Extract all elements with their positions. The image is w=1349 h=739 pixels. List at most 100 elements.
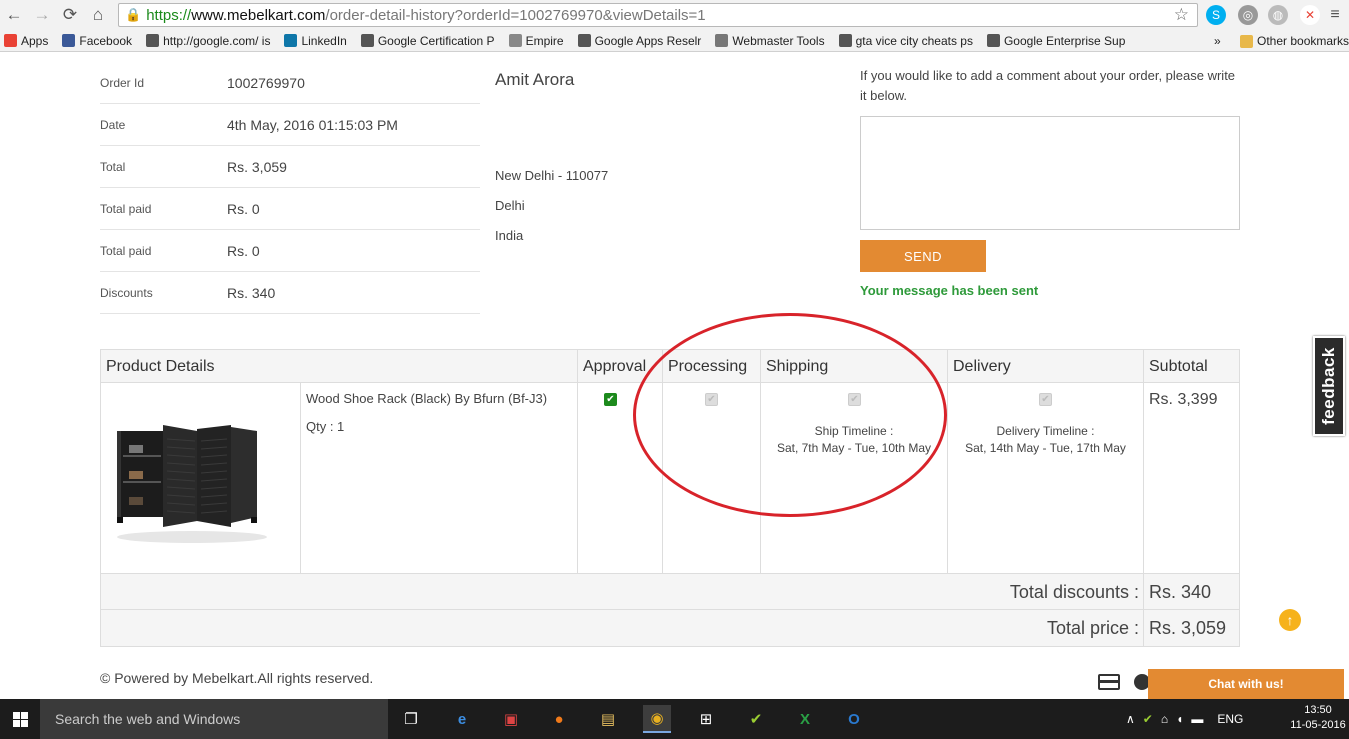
skype-icon[interactable]: S bbox=[1206, 5, 1226, 25]
windows-logo-icon bbox=[12, 711, 28, 727]
total-price-value: Rs. 3,059 bbox=[1149, 618, 1227, 638]
folder-icon bbox=[1240, 34, 1253, 48]
info-value: Rs. 3,059 bbox=[227, 158, 287, 175]
volume-icon[interactable]: ◖ bbox=[1176, 712, 1183, 726]
firefox-icon[interactable]: ● bbox=[545, 705, 573, 733]
bookmarks-overflow-icon[interactable]: » bbox=[1214, 34, 1221, 48]
subtotal-cell: Rs. 3,399 bbox=[1144, 383, 1239, 574]
task-view-icon[interactable]: ❐ bbox=[397, 705, 425, 733]
back-icon[interactable]: ← bbox=[0, 1, 28, 29]
product-name[interactable]: Wood Shoe Rack (Black) By Bfurn (Bf-J3) bbox=[306, 391, 547, 406]
chat-button[interactable]: Chat with us! bbox=[1148, 669, 1344, 699]
store-icon[interactable]: ⊞ bbox=[692, 705, 720, 733]
info-row: Total Rs. 3,059 bbox=[100, 146, 480, 188]
product-image[interactable] bbox=[107, 389, 277, 559]
subtotal-value: Rs. 3,399 bbox=[1149, 391, 1218, 408]
webmaster-icon bbox=[715, 34, 729, 47]
bookmark-item[interactable]: Facebook bbox=[62, 34, 132, 48]
total-price-row: Total price : Rs. 3,059 bbox=[101, 610, 1239, 646]
file-explorer-icon[interactable]: ▤ bbox=[594, 705, 622, 733]
tray-expand-icon[interactable]: ∧ bbox=[1126, 712, 1135, 726]
bookmark-label: Google Apps Reselr bbox=[594, 33, 702, 48]
info-label: Discounts bbox=[100, 285, 153, 300]
footer-copyright: © Powered by Mebelkart.All rights reserv… bbox=[100, 670, 374, 686]
clock-date: 11-05-2016 bbox=[1290, 719, 1346, 731]
address-state: Delhi bbox=[495, 198, 525, 213]
bookmark-item[interactable]: LinkedIn bbox=[284, 34, 347, 48]
info-value: Rs. 0 bbox=[227, 242, 260, 259]
address-bar[interactable]: 🔒 https:// www.mebelkart.com /order-deta… bbox=[118, 3, 1198, 27]
total-discounts-label: Total discounts : bbox=[1009, 582, 1139, 602]
feedback-tab[interactable]: feedback bbox=[1313, 336, 1345, 436]
edge-icon[interactable]: e bbox=[448, 705, 476, 733]
language-indicator[interactable]: ENG bbox=[1217, 712, 1243, 726]
excel-icon[interactable]: X bbox=[791, 705, 819, 733]
bookmark-item[interactable]: Google Apps Reselr bbox=[577, 33, 702, 48]
info-value: Rs. 0 bbox=[227, 200, 260, 217]
processing-check-icon: ✔ bbox=[705, 393, 718, 406]
bookmark-label: Webmaster Tools bbox=[732, 33, 825, 48]
product-image-cell bbox=[101, 383, 301, 574]
start-button[interactable] bbox=[0, 699, 40, 739]
comment-section: If you would like to add a comment about… bbox=[860, 66, 1240, 298]
scroll-top-icon[interactable]: ↑ bbox=[1279, 609, 1301, 631]
delivery-timeline-value: Sat, 14th May - Tue, 17th May bbox=[965, 441, 1126, 455]
bookmark-item[interactable]: Google Certification P bbox=[360, 34, 495, 48]
facebook-icon bbox=[62, 34, 76, 47]
header-subtotal: Subtotal bbox=[1149, 357, 1208, 375]
delivery-timeline-label: Delivery Timeline : bbox=[996, 424, 1095, 438]
product-qty: Qty : 1 bbox=[306, 419, 345, 434]
info-value: 4th May, 2016 01:15:03 PM bbox=[227, 116, 398, 133]
table-row: Wood Shoe Rack (Black) By Bfurn (Bf-J3) … bbox=[101, 383, 1239, 574]
shipping-cell: ✔ Ship Timeline : Sat, 7th May - Tue, 10… bbox=[761, 383, 948, 574]
bookmark-item[interactable]: Webmaster Tools bbox=[715, 33, 825, 48]
chrome-icon[interactable]: ◉ bbox=[643, 705, 671, 733]
outlook-icon[interactable]: O bbox=[840, 705, 868, 733]
ship-timeline-value: Sat, 7th May - Tue, 10th May bbox=[776, 441, 932, 455]
google-icon bbox=[146, 34, 160, 47]
home-icon[interactable]: ⌂ bbox=[84, 1, 112, 29]
approval-cell: ✔ bbox=[578, 383, 663, 574]
bookmark-item[interactable]: Google Enterprise Sup bbox=[986, 33, 1126, 48]
tray-icons: ∧ ✔ ⌂ ◖ ▬ ENG bbox=[1126, 699, 1243, 739]
forward-icon[interactable]: → bbox=[28, 1, 56, 29]
other-bookmarks[interactable]: Other bookmarks bbox=[1240, 34, 1349, 48]
url-scheme: https:// bbox=[146, 6, 192, 24]
info-row: Date 4th May, 2016 01:15:03 PM bbox=[100, 104, 480, 146]
delivery-timeline: Delivery Timeline : Sat, 14th May - Tue,… bbox=[948, 423, 1143, 457]
bookmark-label: Google Enterprise Sup bbox=[1003, 33, 1126, 48]
bookmark-star-icon[interactable]: ☆ bbox=[1174, 5, 1189, 25]
app-check-icon[interactable]: ✔ bbox=[742, 705, 770, 733]
windows-taskbar: Search the web and Windows ❐ e ▣ ● ▤ ◉ ⊞… bbox=[0, 699, 1349, 739]
shipping-address: Amit Arora New Delhi - 110077 Delhi Indi… bbox=[495, 70, 815, 243]
reload-icon[interactable]: ⟳ bbox=[56, 1, 84, 29]
taskbar-clock[interactable]: 13:50 11-05-2016 bbox=[1290, 703, 1346, 733]
bookmark-item[interactable]: Apps bbox=[4, 34, 48, 48]
send-button[interactable]: SEND bbox=[860, 240, 986, 272]
info-row: Discounts Rs. 340 bbox=[100, 272, 480, 314]
header-approval: Approval bbox=[578, 350, 663, 383]
bookmark-item[interactable]: http://google.com/ is bbox=[146, 34, 270, 48]
menu-icon[interactable]: ≡ bbox=[1325, 5, 1345, 25]
bookmark-label: Apps bbox=[21, 33, 49, 48]
taskbar-search[interactable]: Search the web and Windows bbox=[40, 699, 388, 739]
header-processing: Processing bbox=[663, 350, 761, 383]
tray-check-icon[interactable]: ✔ bbox=[1143, 712, 1153, 726]
approval-check-icon: ✔ bbox=[604, 393, 617, 406]
bookmark-item[interactable]: gta vice city cheats ps bbox=[838, 33, 973, 48]
url-host: www.mebelkart.com bbox=[191, 6, 326, 24]
notification-icon[interactable]: ▬ bbox=[1191, 712, 1203, 726]
page-content: Order Id 1002769970 Date 4th May, 2016 01:1… bbox=[0, 52, 1349, 699]
network-icon[interactable]: ⌂ bbox=[1161, 712, 1168, 726]
bookmark-label: gta vice city cheats ps bbox=[855, 33, 973, 48]
extension-icon[interactable]: ◎ bbox=[1238, 5, 1258, 25]
total-discounts-row: Total discounts : Rs. 340 bbox=[101, 574, 1239, 610]
extension-colorful-icon[interactable]: ✕ bbox=[1300, 5, 1320, 25]
address-city: New Delhi - 110077 bbox=[495, 168, 609, 183]
app-icon[interactable]: ▣ bbox=[497, 705, 525, 733]
lock-icon: 🔒 bbox=[125, 7, 142, 22]
extension-search-icon[interactable]: ◍ bbox=[1268, 5, 1288, 25]
google-icon bbox=[360, 34, 374, 47]
comment-textarea[interactable] bbox=[860, 116, 1240, 230]
bookmark-item[interactable]: Empire bbox=[508, 34, 564, 48]
